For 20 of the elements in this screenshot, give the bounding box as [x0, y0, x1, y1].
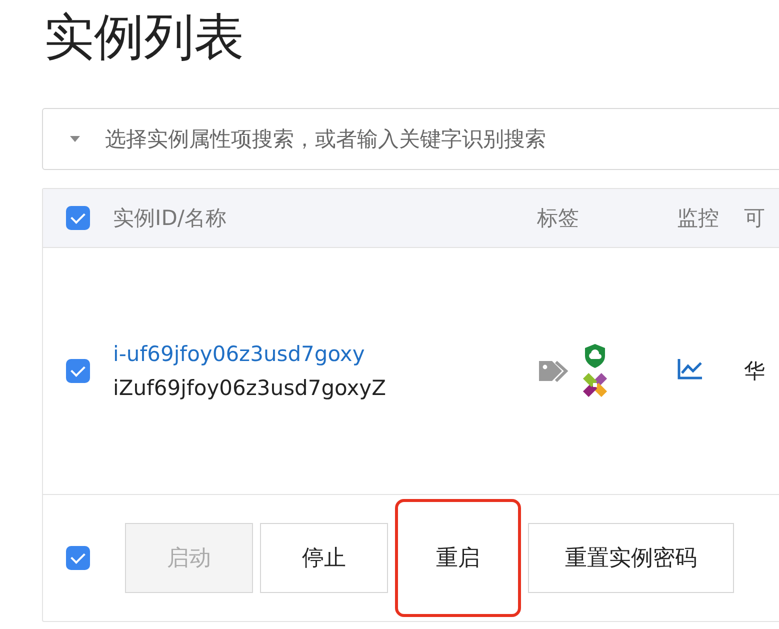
column-header: 监控	[677, 206, 719, 230]
action-button[interactable]: 重置实例密码	[528, 523, 734, 593]
caret-icon	[69, 135, 81, 143]
table-cell: 华	[744, 359, 765, 383]
page-title: 实例列表	[43, 7, 245, 68]
action-button[interactable]: 停止	[260, 523, 388, 593]
checkbox[interactable]	[66, 206, 90, 230]
chart-icon	[677, 358, 703, 380]
column-header: 标签	[537, 205, 579, 232]
instance-id-link[interactable]: i-uf69jfoy06z3usd7goxy	[113, 342, 365, 366]
action-button[interactable]: 重启	[395, 499, 521, 617]
checkbox[interactable]	[66, 546, 90, 570]
checkbox[interactable]	[66, 359, 90, 383]
column-header: 可	[744, 206, 765, 230]
instance-name: iZuf69jfoy06z3usd7goxyZ	[113, 376, 386, 400]
flower-icon	[581, 371, 609, 399]
search-field[interactable]: 选择实例属性项搜索，或者输入关键字识别搜索	[42, 108, 779, 170]
tag-icon	[537, 358, 571, 384]
shield-icon	[583, 343, 607, 369]
column-header: 实例ID/名称	[113, 206, 226, 230]
